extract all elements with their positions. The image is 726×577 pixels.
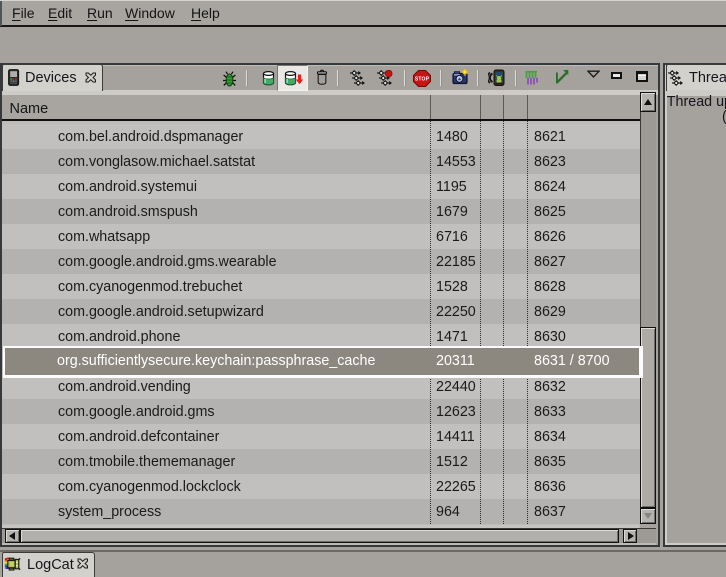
svg-text:STOP: STOP bbox=[415, 77, 430, 83]
